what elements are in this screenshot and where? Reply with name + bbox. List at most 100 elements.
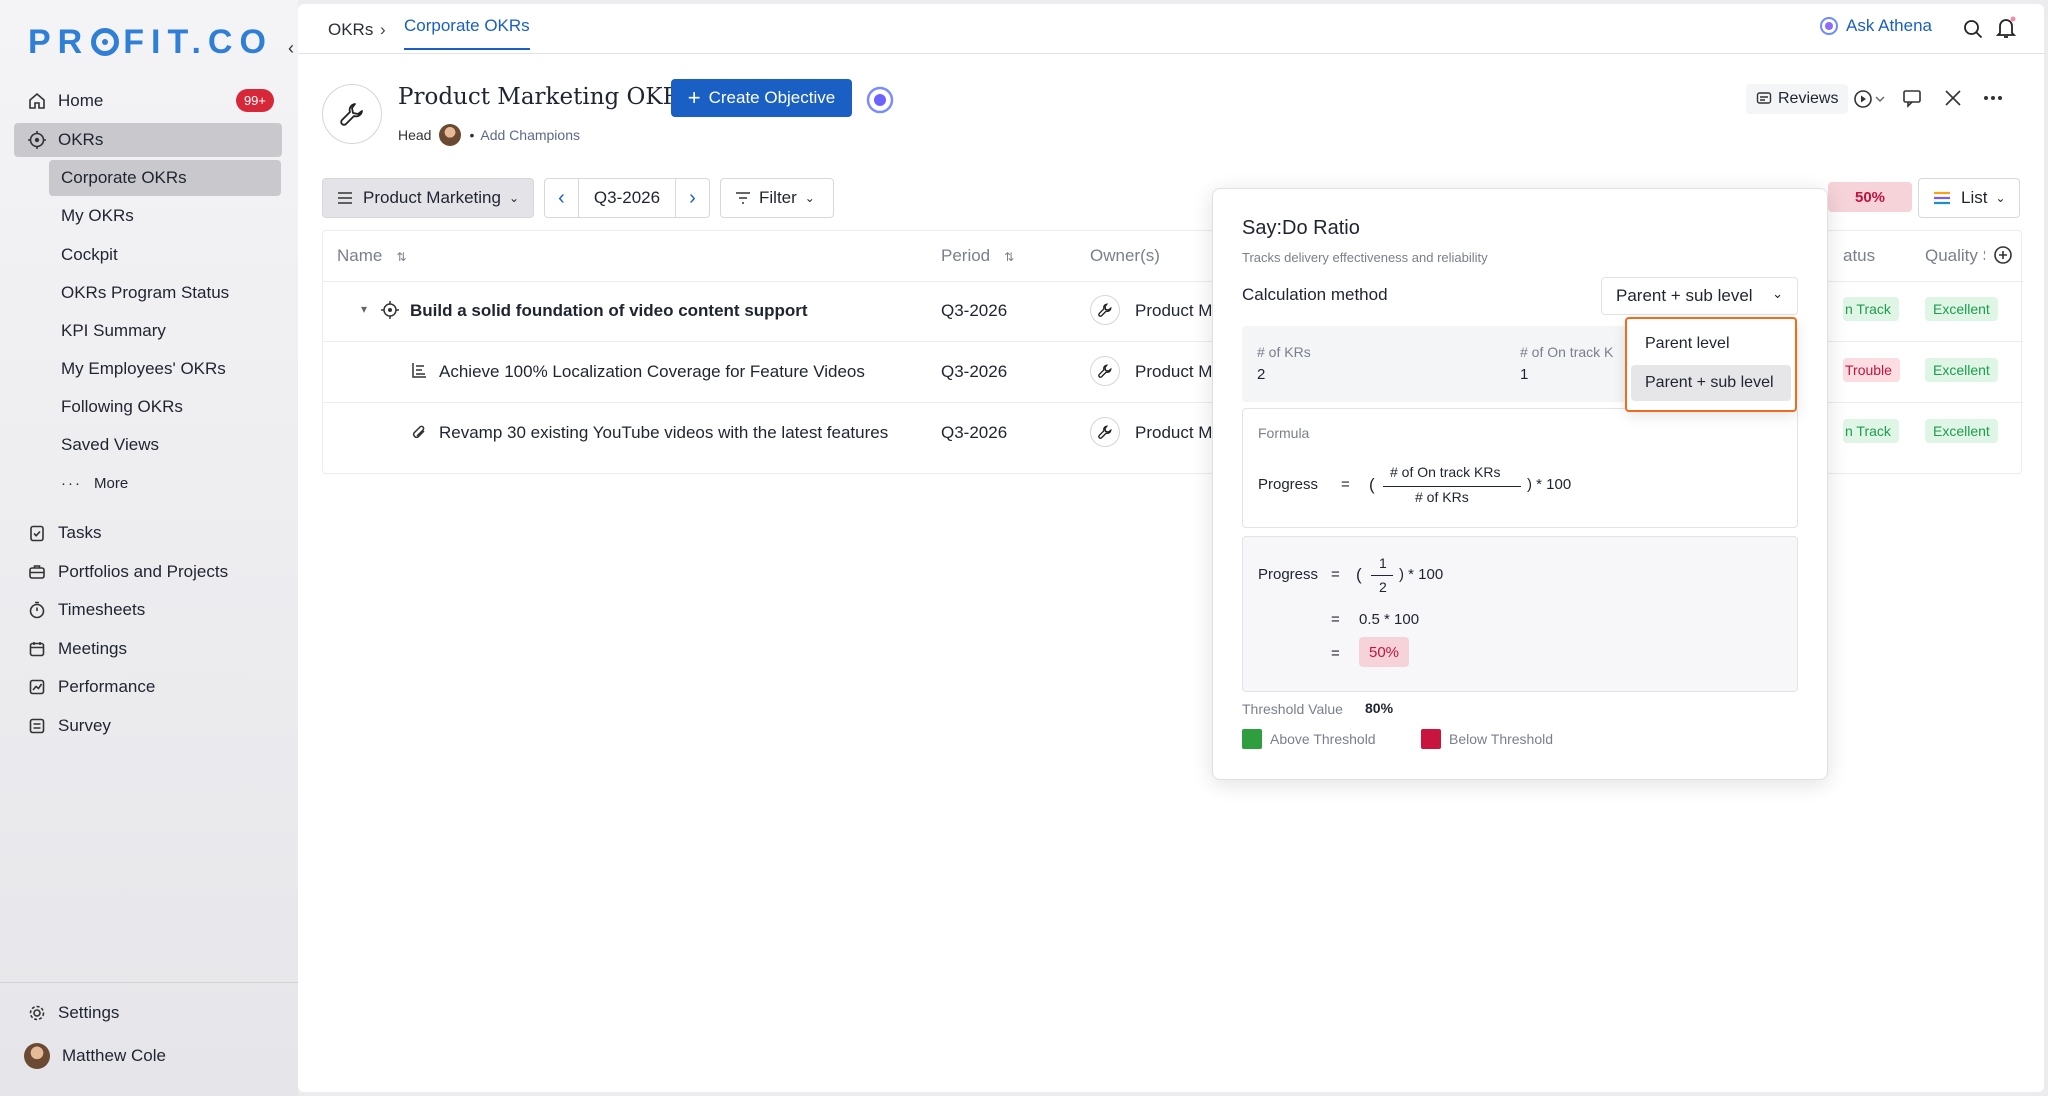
ai-assistant-icon[interactable]	[866, 86, 894, 114]
period-header-label: Period	[941, 246, 991, 265]
sub-following-okrs[interactable]: Following OKRs	[49, 389, 281, 425]
below-threshold-swatch	[1421, 729, 1441, 749]
row-owner: Product M	[1135, 301, 1213, 320]
nav-portfolios-label: Portfolios and Projects	[58, 562, 229, 581]
nav-home[interactable]: Home 99+	[14, 84, 282, 118]
calculation-box: Progress = ( 1 2 ) * 100 = 0.5 * 100 = 5…	[1242, 536, 1798, 692]
breadcrumb-okrs[interactable]: OKRs	[328, 20, 373, 40]
option-parent-sub-level[interactable]: Parent + sub level	[1631, 365, 1791, 401]
nav-okrs[interactable]: OKRs	[14, 123, 282, 157]
prev-period-icon[interactable]: ‹	[545, 179, 579, 217]
chevron-down-icon: ⌄	[804, 191, 815, 205]
row-owner: Product M	[1135, 423, 1213, 442]
next-period-icon[interactable]: ›	[675, 179, 709, 217]
user-name: Matthew Cole	[62, 1046, 166, 1065]
krs-count-label: # of KRs	[1257, 344, 1311, 360]
row-name[interactable]: Build a solid foundation of video conten…	[410, 301, 808, 321]
ask-athena-button[interactable]: Ask Athena	[1820, 16, 1932, 36]
sub-kpi-summary[interactable]: KPI Summary	[49, 313, 281, 349]
group-selector[interactable]: Product Marketing ⌄	[322, 178, 534, 218]
owner-wrench-icon	[1090, 295, 1120, 325]
add-column-icon[interactable]	[1993, 245, 2013, 265]
nav-timesheets[interactable]: Timesheets	[14, 593, 282, 627]
sub-okrs-program-status[interactable]: OKRs Program Status	[49, 275, 281, 311]
ontrack-count-label: # of On track K	[1520, 344, 1614, 360]
add-champions-link[interactable]: Add Champions	[480, 127, 580, 143]
name-header-label: Name	[337, 246, 383, 265]
calc-method-select[interactable]: Parent + sub level ⌄	[1601, 277, 1798, 315]
search-icon[interactable]	[1962, 18, 1984, 40]
nav-settings[interactable]: Settings	[14, 996, 282, 1030]
filter-label: Filter	[759, 188, 797, 207]
sub-my-okrs[interactable]: My OKRs	[49, 198, 281, 234]
objective-target-icon	[381, 301, 399, 319]
say-do-ratio-badge[interactable]: 50%	[1828, 182, 1912, 212]
formula-numerator: # of On track KRs	[1390, 464, 1501, 480]
calc-numerator: 1	[1379, 555, 1387, 571]
formula-equals: =	[1341, 476, 1350, 493]
sub-cockpit[interactable]: Cockpit	[49, 237, 281, 273]
sub-more[interactable]: ··· More	[49, 465, 281, 501]
option-parent-level[interactable]: Parent level	[1631, 326, 1791, 362]
calc-fraction-line	[1371, 575, 1393, 576]
view-selector[interactable]: List ⌄	[1918, 178, 2020, 218]
create-objective-button[interactable]: + Create Objective	[671, 79, 852, 117]
chevron-down-icon: ⌄	[1772, 286, 1783, 301]
quality-badge: Excellent	[1925, 358, 1998, 382]
column-header-owner[interactable]: Owner(s)	[1090, 246, 1160, 266]
column-header-quality[interactable]: Quality S	[1925, 246, 1985, 266]
above-threshold-label: Above Threshold	[1270, 731, 1376, 747]
sub-saved-views[interactable]: Saved Views	[49, 427, 281, 463]
ontrack-count-value: 1	[1520, 366, 1529, 383]
nav-timesheets-label: Timesheets	[58, 600, 146, 619]
nav-portfolios[interactable]: Portfolios and Projects	[14, 555, 282, 589]
nav-survey[interactable]: Survey	[14, 709, 282, 743]
more-options-icon[interactable]	[1982, 88, 2004, 108]
expand-chevron-icon[interactable]: ▾	[361, 302, 367, 316]
topbar: OKRs › Corporate OKRs Ask Athena	[298, 4, 2044, 54]
sub-my-employees-okrs[interactable]: My Employees' OKRs	[49, 351, 281, 387]
calc-result-badge: 50%	[1359, 637, 1409, 667]
nav-tasks[interactable]: Tasks	[14, 516, 282, 550]
view-label: List	[1961, 188, 1988, 207]
key-result-icon	[411, 362, 427, 378]
nav-meetings[interactable]: Meetings	[14, 632, 282, 666]
quality-badge: Excellent	[1925, 297, 1998, 321]
row-owner: Product M	[1135, 362, 1213, 381]
collapse-arrows-icon[interactable]	[1943, 88, 1963, 108]
head-row: Head • Add Champions	[398, 124, 580, 146]
formula-paren: (	[1369, 475, 1375, 494]
formula-box: Formula Progress = ( # of On track KRs #…	[1242, 408, 1798, 528]
group-selector-label: Product Marketing	[363, 188, 501, 207]
performance-chart-icon	[28, 678, 46, 696]
chevron-down-icon: ⌄	[508, 191, 520, 205]
below-threshold-label: Below Threshold	[1449, 731, 1554, 747]
chat-icon[interactable]	[1902, 88, 1922, 108]
popup-subtitle: Tracks delivery effectiveness and reliab…	[1242, 250, 1488, 265]
column-header-period[interactable]: Period ⇅	[941, 246, 1014, 266]
filter-button[interactable]: Filter ⌄	[720, 178, 834, 218]
row-period: Q3-2026	[941, 362, 1008, 381]
reviews-button[interactable]: Reviews	[1746, 84, 1849, 114]
head-avatar[interactable]	[439, 124, 462, 146]
user-profile[interactable]: Matthew Cole	[14, 1039, 282, 1073]
row-name[interactable]: Revamp 30 existing YouTube videos with t…	[439, 423, 888, 443]
profit-logo[interactable]: PR FIT.CO	[28, 23, 273, 61]
collapse-sidebar-icon[interactable]: ‹	[288, 38, 294, 59]
popup-title: Say:Do Ratio	[1242, 217, 1360, 239]
nav-settings-label: Settings	[58, 1003, 120, 1022]
row-name[interactable]: Achieve 100% Localization Coverage for F…	[439, 362, 865, 382]
threshold-value: 80%	[1365, 700, 1394, 716]
calc-equals-2: =	[1331, 611, 1340, 628]
home-badge: 99+	[235, 89, 274, 112]
column-header-name[interactable]: Name ⇅	[337, 246, 406, 266]
bell-icon[interactable]	[1995, 16, 2017, 40]
column-header-status[interactable]: atus	[1843, 246, 1875, 266]
play-icon[interactable]	[1852, 88, 1888, 110]
period-selector: ‹ Q3-2026 ›	[544, 178, 710, 218]
sub-corporate-okrs[interactable]: Corporate OKRs	[49, 160, 281, 196]
head-label: Head	[398, 127, 432, 143]
nav-performance[interactable]: Performance	[14, 670, 282, 704]
breadcrumb-corporate-okrs[interactable]: Corporate OKRs	[404, 16, 530, 50]
period-label[interactable]: Q3-2026	[579, 188, 675, 208]
